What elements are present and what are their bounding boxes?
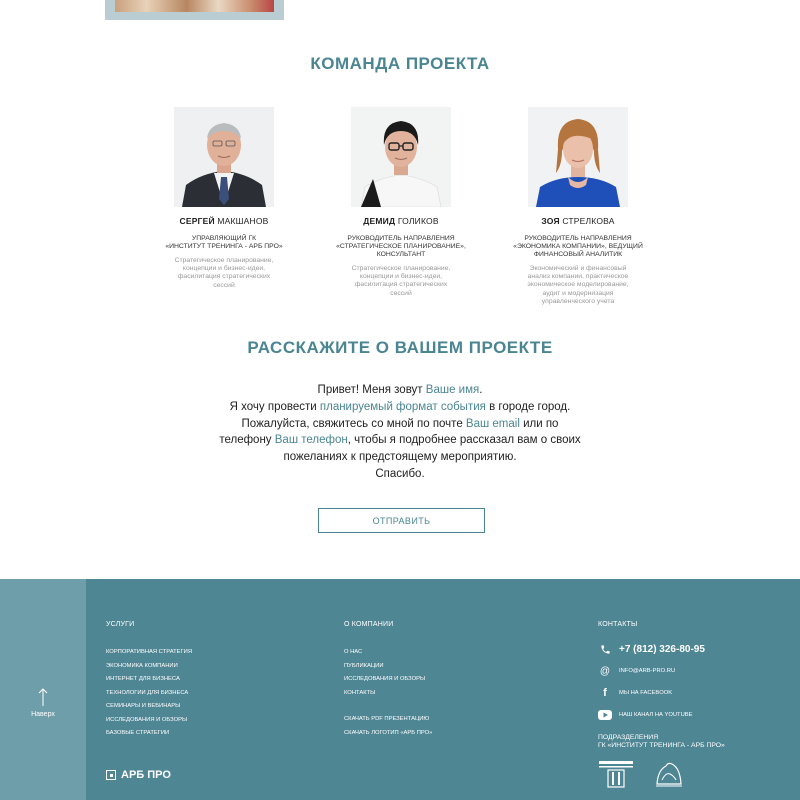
event-format-field[interactable]: планируемый формат события (320, 401, 486, 413)
arrow-up-icon (38, 688, 48, 706)
project-letter-form: Привет! Меня зовут Ваше имя. Я хочу пров… (219, 384, 581, 480)
footer-services-column: УСЛУГИ КОРПОРАТИВНАЯ СТРАТЕГИЯ ЭКОНОМИКА… (106, 621, 192, 741)
top-photo-strip (105, 0, 284, 20)
institute-logo-icon[interactable] (598, 760, 634, 788)
name-field[interactable]: Ваше имя (426, 384, 479, 396)
footer-link[interactable]: ИССЛЕДОВАНИЯ И ОБЗОРЫ (344, 673, 432, 687)
download-logo-link[interactable]: СКАЧАТЬ ЛОГОТИП «АРБ ПРО» (344, 727, 432, 741)
team-member-card: ЗОЯ СТРЕЛКОВА РУКОВОДИТЕЛЬ НАПРАВЛЕНИЯ «… (498, 107, 658, 306)
footer-contacts-title: КОНТАКТЫ (598, 621, 638, 628)
download-pdf-link[interactable]: СКАЧАТЬ PDF ПРЕЗЕНТАЦИЮ (344, 713, 432, 727)
email-field[interactable]: Ваш email (466, 418, 520, 430)
architecture-logo-icon[interactable] (654, 760, 684, 788)
contact-facebook[interactable]: f МЫ НА FACEBOOK (598, 682, 725, 704)
division-logos (598, 760, 725, 788)
footer-link[interactable]: ИССЛЕДОВАНИЯ И ОБЗОРЫ (106, 714, 192, 728)
footer-link[interactable]: О НАС (344, 646, 432, 660)
contact-youtube[interactable]: НАШ КАНАЛ НА YOUTUBE (598, 704, 725, 726)
member-description: Экономический и финансовый анализ компан… (527, 265, 629, 305)
contact-phone[interactable]: +7 (812) 326-80-95 (598, 638, 725, 660)
footer-services-title: УСЛУГИ (106, 621, 135, 628)
footer-company-title: О КОМПАНИИ (344, 621, 394, 628)
logo-square-icon (106, 770, 116, 780)
contact-email[interactable]: @ INFO@ARB-PRO.RU (598, 660, 725, 682)
footer-contacts-column: КОНТАКТЫ +7 (812) 326-80-95 @ INFO@ARB-P… (598, 621, 725, 788)
member-role: РУКОВОДИТЕЛЬ НАПРАВЛЕНИЯ «ЭКОНОМИКА КОМП… (513, 235, 643, 258)
footer-link[interactable]: ИНТЕРНЕТ ДЛЯ БИЗНЕСА (106, 673, 192, 687)
at-sign-icon: @ (599, 665, 611, 677)
member-photo (174, 107, 274, 207)
member-description: Стратегическое планирование, концепции и… (351, 265, 451, 297)
footer-link[interactable]: СЕМИНАРЫ И ВЕБИНАРЫ (106, 700, 192, 714)
phone-field[interactable]: Ваш телефон (275, 434, 348, 446)
member-first-name: ЗОЯ (541, 216, 560, 226)
team-member-card: ДЕМИД ГОЛИКОВ РУКОВОДИТЕЛЬ НАПРАВЛЕНИЯ «… (321, 107, 481, 298)
footer-link[interactable]: КОРПОРАТИВНАЯ СТРАТЕГИЯ (106, 646, 192, 660)
member-role: РУКОВОДИТЕЛЬ НАПРАВЛЕНИЯ «СТРАТЕГИЧЕСКОЕ… (336, 235, 466, 258)
member-first-name: ДЕМИД (363, 216, 396, 226)
member-first-name: СЕРГЕЙ (179, 216, 215, 226)
footer-link[interactable]: КОНТАКТЫ (344, 687, 432, 701)
divisions-heading: ПОДРАЗДЕЛЕНИЯ ГК «ИНСТИТУТ ТРЕНИНГА - АР… (598, 734, 725, 749)
member-last-name: МАКШАНОВ (217, 216, 269, 226)
member-photo (351, 107, 451, 207)
footer-company-column: О КОМПАНИИ О НАС ПУБЛИКАЦИИ ИССЛЕДОВАНИЯ… (344, 621, 432, 740)
send-button[interactable]: ОТПРАВИТЬ (318, 508, 485, 533)
phone-icon (598, 644, 612, 655)
member-photo (528, 107, 628, 207)
youtube-icon (598, 710, 612, 720)
footer-link[interactable]: ЭКОНОМИКА КОМПАНИИ (106, 660, 192, 674)
project-section-title: РАССКАЖИТЕ О ВАШЕМ ПРОЕКТЕ (247, 338, 553, 357)
footer-logo[interactable]: АРБ ПРО (106, 769, 171, 781)
footer-link[interactable]: ПУБЛИКАЦИИ (344, 660, 432, 674)
facebook-icon: f (603, 687, 607, 699)
footer-link[interactable]: БАЗОВЫЕ СТРАТЕГИИ (106, 727, 192, 741)
site-footer: Наверх УСЛУГИ КОРПОРАТИВНАЯ СТРАТЕГИЯ ЭК… (0, 579, 800, 800)
footer-left-panel: Наверх (0, 579, 86, 800)
member-last-name: СТРЕЛКОВА (562, 216, 615, 226)
back-to-top-link[interactable]: Наверх (0, 687, 86, 718)
member-role: УПРАВЛЯЮЩИЙ ГК «ИНСТИТУТ ТРЕНИНГА - АРБ … (165, 235, 283, 250)
footer-link[interactable]: ТЕХНОЛОГИИ ДЛЯ БИЗНЕСА (106, 687, 192, 701)
member-last-name: ГОЛИКОВ (397, 216, 439, 226)
team-member-card: СЕРГЕЙ МАКШАНОВ УПРАВЛЯЮЩИЙ ГК «ИНСТИТУТ… (144, 107, 304, 290)
team-section-title: КОМАНДА ПРОЕКТА (310, 54, 490, 73)
member-description: Стратегическое планирование, концепции и… (174, 257, 274, 289)
